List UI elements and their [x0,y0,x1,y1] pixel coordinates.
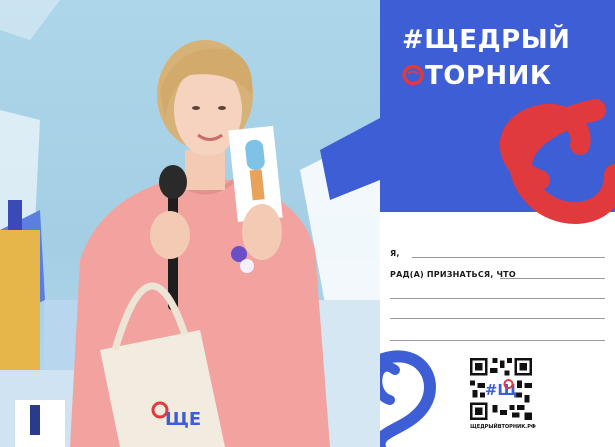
svg-text:ЩЕ: ЩЕ [165,409,201,430]
event-photo-illustration: ЩЕ [0,0,380,447]
card-title-line1: #ЩЕДРЫЙ [402,25,571,55]
text-field-line-4 [390,340,605,341]
card-title-line2: ТОРНИК [402,60,612,92]
text-field-label: РАД(А) ПРИЗНАТЬСЯ, ЧТО [390,270,516,279]
heart-letter-icon [402,64,424,86]
qr-caption: ЩЕДРЫЙВТОРНИК.РФ [470,424,536,430]
postcard: #ЩЕДРЫЙ ТОРНИК Я, РАД(А) ПРИЗНАТЬСЯ, ЧТО… [380,0,615,447]
qr-code-icon: #Щ [470,358,532,420]
text-field-line-3 [390,318,605,319]
event-photo: ЩЕ [0,0,380,447]
text-field-line-1 [500,278,605,279]
text-field-line-2 [390,298,605,299]
name-field-line [412,257,605,258]
name-field-label: Я, [390,249,400,258]
card-title-line2-text: ТОРНИК [425,61,552,91]
